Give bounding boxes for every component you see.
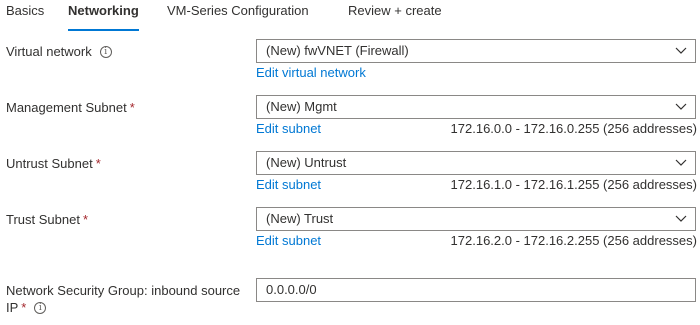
tab-review-create[interactable]: Review + create — [348, 3, 442, 30]
untrust-subnet-address-range: 172.16.1.0 - 172.16.1.255 (256 addresses… — [450, 177, 697, 192]
virtual-network-value: (New) fwVNET (Firewall) — [266, 43, 409, 58]
chevron-down-icon — [675, 214, 687, 223]
untrust-subnet-label-row: Untrust Subnet * — [6, 156, 101, 171]
virtual-network-dropdown[interactable]: (New) fwVNET (Firewall) — [256, 39, 696, 63]
chevron-down-icon — [675, 46, 687, 55]
virtual-network-label-row: Virtual network i — [6, 44, 112, 59]
required-marker: * — [21, 300, 27, 315]
trust-subnet-label-row: Trust Subnet * — [6, 212, 88, 227]
nsg-label-line2-row: IP * i — [6, 300, 47, 315]
nsg-label-line2: IP — [6, 300, 19, 315]
management-subnet-address-range: 172.16.0.0 - 172.16.0.255 (256 addresses… — [450, 121, 697, 136]
chevron-down-icon — [675, 102, 687, 111]
edit-untrust-subnet-link[interactable]: Edit subnet — [256, 177, 321, 192]
management-subnet-label-row: Management Subnet * — [6, 100, 135, 115]
required-marker: * — [82, 212, 89, 227]
tab-bar: Basics Networking VM-Series Configuratio… — [0, 0, 700, 31]
edit-trust-subnet-link[interactable]: Edit subnet — [256, 233, 321, 248]
management-subnet-value: (New) Mgmt — [266, 99, 337, 114]
edit-management-subnet-link[interactable]: Edit subnet — [256, 121, 321, 136]
untrust-subnet-label: Untrust Subnet — [6, 156, 93, 171]
edit-virtual-network-link[interactable]: Edit virtual network — [256, 65, 366, 80]
info-icon[interactable]: i — [34, 301, 47, 314]
info-icon[interactable]: i — [99, 45, 112, 58]
tab-vm-series-configuration[interactable]: VM-Series Configuration — [167, 3, 309, 30]
management-subnet-label: Management Subnet — [6, 100, 127, 115]
required-marker: * — [95, 156, 101, 171]
chevron-down-icon — [675, 158, 687, 167]
trust-subnet-label: Trust Subnet — [6, 212, 80, 227]
nsg-label-line1: Network Security Group: inbound source — [6, 283, 241, 298]
trust-subnet-address-range: 172.16.2.0 - 172.16.2.255 (256 addresses… — [450, 233, 697, 248]
nsg-inbound-source-ip-value: 0.0.0.0/0 — [266, 282, 317, 297]
virtual-network-label: Virtual network — [6, 44, 92, 59]
untrust-subnet-value: (New) Untrust — [266, 155, 347, 170]
untrust-subnet-dropdown[interactable]: (New) Untrust — [256, 151, 696, 175]
nsg-inbound-source-ip-input[interactable]: 0.0.0.0/0 — [256, 278, 696, 302]
tab-basics[interactable]: Basics — [6, 3, 44, 30]
trust-subnet-dropdown[interactable]: (New) Trust — [256, 207, 696, 231]
management-subnet-dropdown[interactable]: (New) Mgmt — [256, 95, 696, 119]
tab-networking[interactable]: Networking — [68, 3, 139, 31]
trust-subnet-value: (New) Trust — [266, 211, 334, 226]
required-marker: * — [129, 100, 135, 115]
